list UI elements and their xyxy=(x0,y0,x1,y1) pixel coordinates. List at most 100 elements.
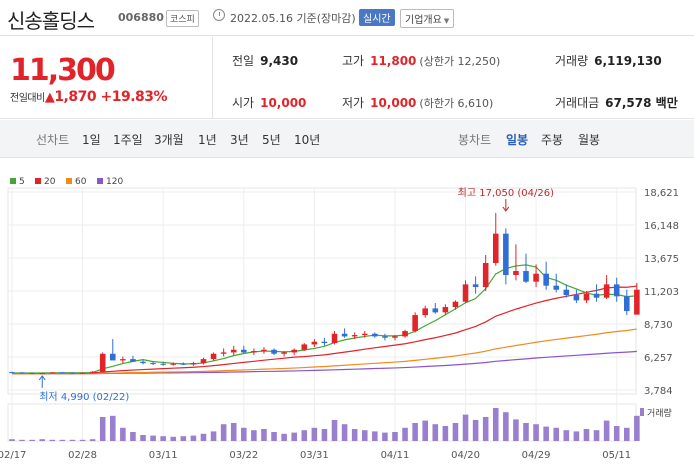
volume-bar xyxy=(99,417,106,441)
candle-body xyxy=(311,341,318,345)
stock-header: 신송홀딩스 006880 코스피 2022.05.16 기준(장마감) 실시간 … xyxy=(0,0,694,36)
candle-body xyxy=(432,308,439,313)
x-tick-label: 04/11 xyxy=(381,450,410,461)
x-tick-label: 04/29 xyxy=(522,450,551,461)
low-value: 10,000 xyxy=(370,96,417,110)
candle-period-2[interactable]: 월봉 xyxy=(578,131,600,148)
volume-bar xyxy=(79,439,86,441)
upper-limit: (상한가 12,250) xyxy=(419,55,501,68)
volume-bar xyxy=(573,431,580,441)
volume-bar xyxy=(69,439,76,441)
candle-body xyxy=(140,361,146,364)
current-price: 11,300 xyxy=(10,53,116,88)
candle-body xyxy=(392,336,398,338)
candle-body xyxy=(583,293,590,301)
open-label: 시가 xyxy=(232,96,255,110)
volume-legend-label: 거래량 xyxy=(647,407,672,419)
volume-bar xyxy=(241,427,247,441)
candle-body xyxy=(331,333,338,344)
volume-bar xyxy=(29,439,35,441)
change-value: 1,870 xyxy=(54,89,97,105)
line-period-1[interactable]: 1주일 xyxy=(113,131,143,148)
volume-bar xyxy=(261,429,267,441)
volume-bar xyxy=(432,424,439,441)
company-info-label: 기업개요 xyxy=(405,15,442,26)
amount-value: 67,578 백만 xyxy=(605,96,678,110)
volume-bar xyxy=(462,414,469,441)
legend-label: 20 xyxy=(44,177,56,187)
candle-body xyxy=(503,233,509,276)
candle-body xyxy=(241,349,247,353)
candle-body xyxy=(321,341,328,344)
candle-body xyxy=(281,352,287,354)
prev-close: 전일 9,430 xyxy=(232,52,298,69)
line-period-6[interactable]: 10년 xyxy=(294,131,320,148)
candle-body xyxy=(89,371,96,373)
legend-label: 5 xyxy=(19,177,25,187)
candle-body xyxy=(422,308,428,316)
ma20-line xyxy=(11,285,637,374)
company-info-dropdown[interactable]: 기업개요 ▼ xyxy=(400,9,455,28)
volume-bar xyxy=(392,432,398,441)
candle-body xyxy=(190,363,197,365)
candle-body xyxy=(634,289,640,315)
candle-body xyxy=(109,353,116,361)
candle-body xyxy=(472,284,479,288)
candle-body xyxy=(180,363,187,365)
candle-body xyxy=(49,372,56,374)
volume-bar xyxy=(160,436,166,441)
legend-swatch xyxy=(35,178,41,184)
line-period-4[interactable]: 3년 xyxy=(230,131,249,148)
legend-label: 60 xyxy=(75,177,87,187)
low-price: 저가 10,000 (하한가 6,610) xyxy=(342,94,493,111)
volume-bar xyxy=(19,439,25,441)
high-label: 고가 xyxy=(342,54,365,68)
candle-body xyxy=(462,284,469,302)
y-tick-label: 18,621 xyxy=(644,188,679,199)
line-period-3[interactable]: 1년 xyxy=(198,131,217,148)
y-tick-label: 16,148 xyxy=(644,221,679,232)
line-period-0[interactable]: 1일 xyxy=(82,131,101,148)
x-tick-label: 02/17 xyxy=(0,450,26,461)
realtime-button[interactable]: 실시간 xyxy=(359,9,395,26)
stock-code: 006880 xyxy=(118,11,164,24)
volume-bar xyxy=(412,423,418,441)
line-period-5[interactable]: 5년 xyxy=(262,131,281,148)
candle-body xyxy=(150,363,156,365)
volume-bar xyxy=(89,439,96,441)
candle-body xyxy=(573,295,580,301)
volume-bar xyxy=(130,432,136,441)
candle-body xyxy=(130,359,136,362)
volume-bar xyxy=(402,427,408,441)
candle-body xyxy=(533,273,539,282)
candle-body xyxy=(301,344,308,350)
volume-bar xyxy=(150,435,156,441)
line-period-2[interactable]: 3개월 xyxy=(154,131,184,148)
high-price: 고가 11,800 (상한가 12,250) xyxy=(342,52,500,69)
candle-body xyxy=(69,372,76,374)
candle-body xyxy=(160,363,166,365)
volume-bar xyxy=(301,430,308,441)
candle-body xyxy=(291,349,297,353)
volume-bar xyxy=(341,424,348,441)
candle-body xyxy=(120,359,126,361)
volume-bar xyxy=(553,427,560,441)
candle-body xyxy=(563,289,570,296)
y-tick-label: 13,675 xyxy=(644,254,679,265)
candle-body xyxy=(361,333,368,336)
candle-body xyxy=(412,315,418,332)
up-arrow-icon: ▲ xyxy=(44,90,55,105)
volume-bar xyxy=(220,424,227,441)
volume-bar xyxy=(190,435,197,441)
volume-bar xyxy=(503,412,509,441)
price-change: 전일대비▲1,870 +19.83% xyxy=(10,89,168,105)
candle-period-0[interactable]: 일봉 xyxy=(506,131,528,148)
market-badge: 코스피 xyxy=(166,10,199,27)
volume-bar xyxy=(351,429,358,441)
volume-legend-swatch xyxy=(640,408,644,416)
volume-bar xyxy=(634,415,640,441)
volume-bar xyxy=(482,417,489,441)
volume-bar xyxy=(170,436,177,441)
candle-body xyxy=(79,372,86,374)
candle-period-1[interactable]: 주봉 xyxy=(541,131,563,148)
